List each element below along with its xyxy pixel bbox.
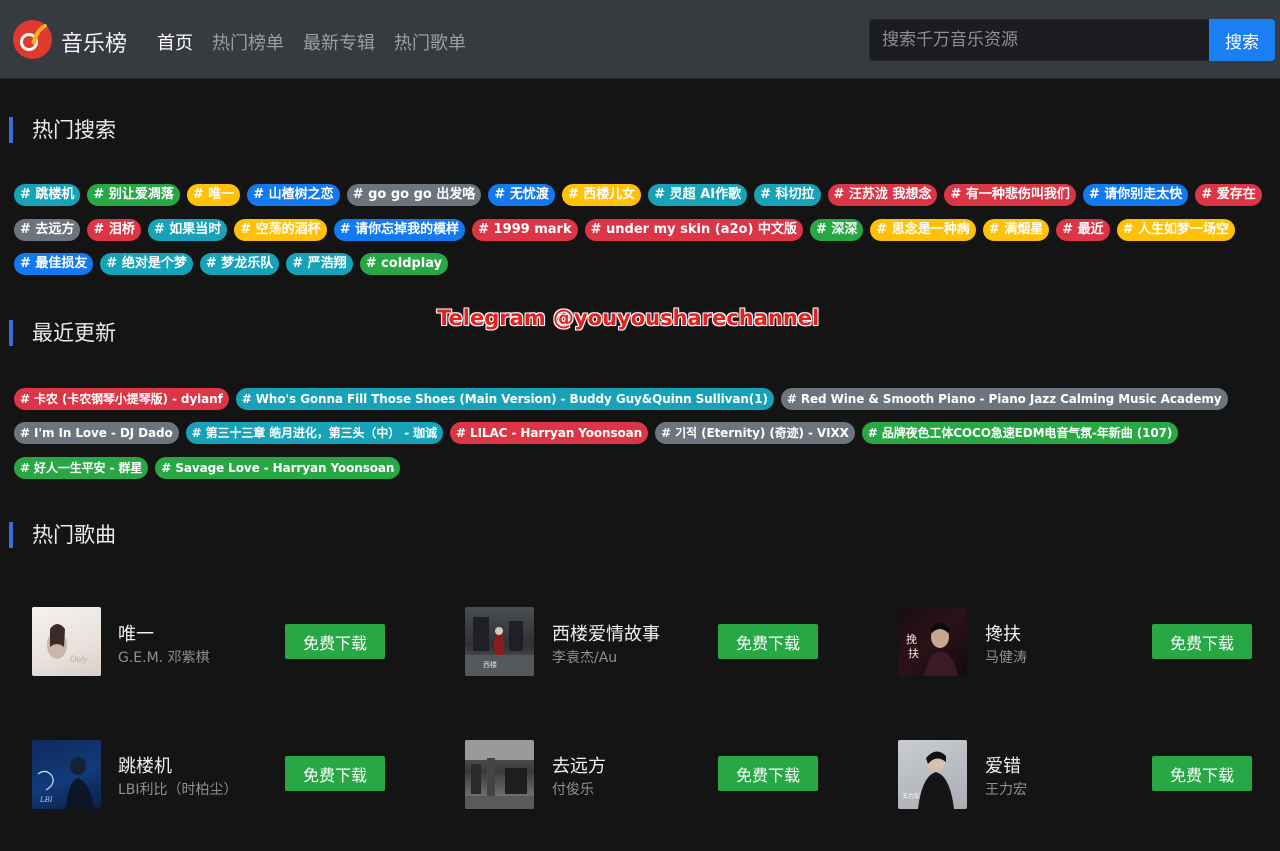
free-download-button[interactable]: 免费下载 (718, 624, 818, 659)
svg-text:LBI: LBI (39, 796, 53, 804)
hot-search-tag[interactable]: # 空荡的酒杯 (234, 219, 327, 241)
song-title[interactable]: 搀扶 (985, 620, 1021, 646)
hot-search-tag[interactable]: # 去远方 (14, 219, 81, 241)
song-title[interactable]: 唯一 (118, 620, 154, 646)
recent-row-1: # 卡农 (卡农钢琴小提琴版) - dylanf # Who's Gonna F… (14, 388, 1228, 410)
album-cover[interactable]: 西楼 (465, 607, 534, 676)
song-title[interactable]: 去远方 (552, 752, 606, 778)
hot-search-row-3: # 最佳损友 # 绝对是个梦 # 梦龙乐队 # 严浩翔 # coldplay (14, 253, 449, 275)
album-cover[interactable]: LBI (32, 740, 101, 809)
hot-search-tag[interactable]: # 人生如梦一场空 (1116, 219, 1236, 241)
recent-tag[interactable]: # 기적 (Eternity) (奇迹) - VIXX (655, 422, 855, 444)
hot-search-tag[interactable]: # 西楼儿女 (561, 184, 642, 206)
recent-tag[interactable]: # Savage Love - Harryan Yoonsoan (155, 457, 401, 479)
hot-search-tag[interactable]: # 别让爱凋落 (87, 184, 180, 206)
hot-search-tag[interactable]: # 灵超 AI作歌 (648, 184, 748, 206)
song-title[interactable]: 跳楼机 (118, 752, 172, 778)
hot-search-tag[interactable]: # 思念是一种病 (870, 219, 976, 241)
recent-tag[interactable]: # 好人一生平安 - 群星 (14, 457, 149, 479)
free-download-button[interactable]: 免费下载 (285, 756, 385, 791)
svg-text:Only: Only (70, 654, 88, 664)
search-button[interactable]: 搜索 (1209, 19, 1275, 61)
hot-search-tag[interactable]: # 汪苏泷 我想念 (827, 184, 938, 206)
hot-songs-title: 热门歌曲 (9, 522, 116, 548)
top-navbar: 音乐榜 首页 热门榜单 最新专辑 热门歌单 搜索 (0, 0, 1280, 79)
hot-search-tag[interactable]: # 严浩翔 (286, 253, 353, 275)
recent-tag[interactable]: # 卡农 (卡农钢琴小提琴版) - dylanf (14, 388, 229, 410)
hot-search-tag[interactable]: # 满烟星 (982, 219, 1050, 241)
hot-search-tag[interactable]: # 无忧渡 (488, 184, 555, 206)
recent-tag[interactable]: # I'm In Love - DJ Dado (14, 422, 179, 444)
recent-row-2: # I'm In Love - DJ Dado # 第三十三章 皓月进化，第三头… (14, 422, 1179, 444)
hot-search-row-2: # 去远方 # 泪桥 # 如果当时 # 空荡的酒杯 # 请你忘掉我的模样 # 1… (14, 219, 1236, 241)
recent-tag[interactable]: # Who's Gonna Fill Those Shoes (Main Ver… (235, 388, 774, 410)
nav-home[interactable]: 首页 (157, 29, 193, 55)
nav-new-albums[interactable]: 最新专辑 (303, 29, 375, 55)
nav-hot-charts[interactable]: 热门榜单 (212, 29, 284, 55)
album-cover[interactable]: 王力宏 (898, 740, 967, 809)
hot-search-tag[interactable]: # 科切拉 (754, 184, 821, 206)
album-cover[interactable]: 挽 扶 (898, 607, 967, 676)
hot-search-tag[interactable]: # 绝对是个梦 (100, 253, 193, 275)
hot-search-tag[interactable]: # 泪桥 (87, 219, 141, 241)
song-artist: 付俊乐 (552, 782, 594, 798)
hot-search-tag[interactable]: # coldplay (359, 253, 449, 275)
music-logo-icon[interactable] (13, 20, 52, 59)
hot-search-tag[interactable]: # under my skin (a2o) 中文版 (584, 219, 803, 241)
hot-search-tag[interactable]: # go go go 出发咯 (346, 184, 482, 206)
recent-tag[interactable]: # 第三十三章 皓月进化，第三头（中） - 珈诚 (185, 422, 443, 444)
song-artist: G.E.M. 邓紫棋 (118, 650, 210, 666)
recent-updates-title: 最近更新 (9, 320, 116, 346)
svg-text:王力宏: 王力宏 (902, 792, 920, 800)
free-download-button[interactable]: 免费下载 (718, 756, 818, 791)
album-cover[interactable] (465, 740, 534, 809)
free-download-button[interactable]: 免费下载 (285, 624, 385, 659)
hot-search-tag[interactable]: # 梦龙乐队 (199, 253, 280, 275)
album-cover[interactable]: Only (32, 607, 101, 676)
hot-search-tag[interactable]: # 爱存在 (1195, 184, 1262, 206)
site-name[interactable]: 音乐榜 (61, 26, 127, 58)
recent-tag[interactable]: # LILAC - Harryan Yoonsoan (449, 422, 649, 444)
hot-search-tag[interactable]: # 山楂树之恋 (247, 184, 340, 206)
recent-tag[interactable]: # Red Wine & Smooth Piano - Piano Jazz C… (780, 388, 1228, 410)
hot-search-tag[interactable]: # 请你别走太快 (1082, 184, 1189, 206)
hot-search-tag[interactable]: # 1999 mark (472, 219, 578, 241)
recent-row-3: # 好人一生平安 - 群星 # Savage Love - Harryan Yo… (14, 457, 401, 479)
hot-search-tag[interactable]: # 最佳损友 (14, 253, 94, 275)
hot-search-tag[interactable]: # 跳楼机 (14, 184, 81, 206)
hot-search-title: 热门搜索 (9, 117, 116, 143)
hot-search-tag[interactable]: # 有一种悲伤叫我们 (944, 184, 1076, 206)
nav-hot-playlists[interactable]: 热门歌单 (394, 29, 466, 55)
svg-text:挽: 挽 (906, 632, 917, 646)
hot-search-tag[interactable]: # 唯一 (186, 184, 241, 206)
song-title[interactable]: 爱错 (985, 752, 1021, 778)
song-artist: LBI利比（时柏尘） (118, 782, 238, 798)
search-input[interactable] (869, 19, 1210, 61)
hot-search-tag[interactable]: # 请你忘掉我的模样 (333, 219, 466, 241)
hot-search-tag[interactable]: # 最近 (1056, 219, 1110, 241)
song-artist: 马健涛 (985, 650, 1027, 666)
svg-text:西楼: 西楼 (483, 660, 497, 669)
song-title[interactable]: 西楼爱情故事 (552, 620, 660, 646)
hot-search-tag[interactable]: # 深深 (809, 219, 864, 241)
hot-search-tag[interactable]: # 如果当时 (147, 219, 228, 241)
hot-search-row-1: # 跳楼机 # 别让爱凋落 # 唯一 # 山楂树之恋 # go go go 出发… (14, 184, 1262, 206)
song-artist: 李袁杰/Au (552, 650, 618, 666)
free-download-button[interactable]: 免费下载 (1152, 624, 1252, 659)
free-download-button[interactable]: 免费下载 (1152, 756, 1252, 791)
recent-tag[interactable]: # 品牌夜色工体COCO急速EDM电音气氛-年新曲 (107) (861, 422, 1179, 444)
svg-text:扶: 扶 (908, 646, 919, 660)
song-artist: 王力宏 (985, 782, 1027, 798)
telegram-watermark: Telegram @youyousharechannel (437, 306, 820, 330)
